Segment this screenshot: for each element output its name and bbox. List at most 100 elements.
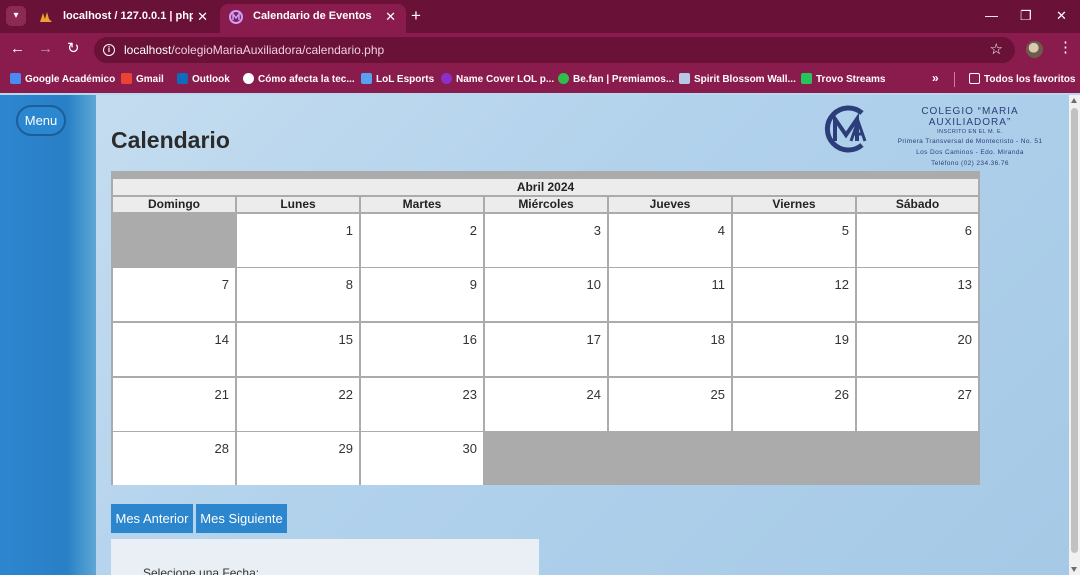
school-logo-icon [229, 10, 243, 24]
page-title: Calendario [111, 127, 230, 153]
bookmark-gmail[interactable]: Gmail [121, 73, 164, 85]
restore-icon[interactable]: ❐ [1020, 8, 1032, 24]
calendar-day-cell[interactable]: 2 [361, 214, 483, 267]
calendar-day-cell[interactable]: 15 [237, 323, 359, 376]
window-close-icon[interactable]: ✕ [1056, 8, 1067, 24]
bookmark-google-academico[interactable]: Google Académico [10, 73, 115, 85]
day-number: 20 [957, 332, 972, 347]
image-icon [679, 73, 690, 84]
bookmark-spirit-blossom[interactable]: Spirit Blossom Wall... [679, 73, 796, 85]
calendar-month-header: Abril 2024 [113, 179, 978, 195]
calendar-day-cell[interactable]: 25 [609, 378, 731, 431]
calendar-day-cell[interactable]: 19 [733, 323, 855, 376]
calendar-day-cell[interactable]: 4 [609, 214, 731, 267]
bookmark-name-cover[interactable]: Name Cover LOL p... [441, 73, 554, 85]
calendar-day-cell[interactable]: 12 [733, 268, 855, 321]
calendar-day-cell[interactable]: 18 [609, 323, 731, 376]
gmail-icon [121, 73, 132, 84]
tab-phpmyadmin[interactable]: localhost / 127.0.0.1 | phpMyAdmin ✕ [30, 4, 218, 33]
day-number: 8 [345, 277, 353, 292]
day-number: 29 [338, 441, 353, 456]
calendar-day-cell[interactable]: 27 [857, 378, 978, 431]
day-name-header: Martes [361, 197, 483, 212]
calendar-day-cell[interactable]: 20 [857, 323, 978, 376]
school-emblem-icon [824, 105, 867, 153]
sidebar: Menu [0, 95, 96, 575]
new-tab-button[interactable]: + [411, 7, 421, 24]
site-info-icon[interactable]: i [103, 44, 115, 56]
back-arrow-icon[interactable]: ← [10, 40, 25, 58]
calendar-day-cell[interactable]: 14 [113, 323, 235, 376]
scroll-thumb[interactable] [1071, 108, 1078, 553]
calendar-day-cell[interactable]: 8 [237, 268, 359, 321]
calendar-day-cell[interactable]: 1 [237, 214, 359, 267]
day-number: 12 [834, 277, 849, 292]
calendar-day-cell[interactable]: 9 [361, 268, 483, 321]
calendar-day-cell[interactable]: 17 [485, 323, 607, 376]
day-number: 5 [841, 223, 849, 238]
calendar-day-cell[interactable]: 5 [733, 214, 855, 267]
bookmark-trovo[interactable]: Trovo Streams [801, 73, 885, 85]
calendar-day-cell[interactable]: 21 [113, 378, 235, 431]
tab-search-chevron-icon[interactable]: ▾ [6, 6, 26, 26]
day-name-header: Viernes [733, 197, 855, 212]
tab-calendario[interactable]: Calendario de Eventos ✕ [220, 4, 406, 33]
url-text: localhost/colegioMariaAuxiliadora/calend… [124, 43, 385, 57]
scroll-up-icon[interactable] [1071, 98, 1077, 103]
calendar-day-cell[interactable]: 6 [857, 214, 978, 267]
menu-button[interactable]: Menu [16, 105, 66, 136]
day-number: 28 [214, 441, 229, 456]
bookmarks-overflow-icon[interactable]: » [932, 71, 939, 85]
next-month-button[interactable]: Mes Siguiente [196, 504, 287, 533]
calendar-day-cell[interactable]: 16 [361, 323, 483, 376]
day-number: 15 [338, 332, 353, 347]
school-registration: INSCRITO EN EL M. E. [937, 129, 1003, 135]
calendar-day-cell[interactable]: 26 [733, 378, 855, 431]
calendar-day-cell[interactable]: 29 [237, 432, 359, 485]
school-logo: COLEGIO “MARIA AUXILIADORA” INSCRITO EN … [822, 103, 1062, 173]
page-scrollbar[interactable] [1069, 95, 1080, 575]
calendar-day-cell[interactable]: 24 [485, 378, 607, 431]
calendar-day-cell[interactable]: 3 [485, 214, 607, 267]
lol-esports-icon [361, 73, 372, 84]
calendar-day-cell[interactable]: 13 [857, 268, 978, 321]
calendar-day-cell[interactable]: 28 [113, 432, 235, 485]
day-number: 9 [469, 277, 477, 292]
day-number: 2 [469, 223, 477, 238]
day-name-header: Domingo [113, 197, 235, 212]
day-number: 18 [710, 332, 725, 347]
bookmark-lol-esports[interactable]: LoL Esports [361, 73, 434, 85]
scroll-down-icon[interactable] [1071, 567, 1077, 572]
day-name-header: Miércoles [485, 197, 607, 212]
day-number: 24 [586, 387, 601, 402]
previous-month-button[interactable]: Mes Anterior [111, 504, 193, 533]
day-number: 30 [462, 441, 477, 456]
bookmark-befan[interactable]: Be.fan | Premiamos... [558, 73, 674, 85]
tab-title: localhost / 127.0.0.1 | phpMyAdmin [63, 10, 193, 22]
close-tab-icon[interactable]: ✕ [197, 4, 208, 29]
page-content: Menu Calendario COLEGIO “MARIA AUXILIADO… [0, 95, 1069, 575]
minimize-icon[interactable]: — [985, 8, 998, 24]
tab-bar: ▾ localhost / 127.0.0.1 | phpMyAdmin ✕ C… [0, 0, 1080, 33]
outlook-icon [177, 73, 188, 84]
globe-icon [243, 73, 254, 84]
address-bar[interactable]: i localhost/colegioMariaAuxiliadora/cale… [94, 37, 1015, 63]
calendar-day-cell[interactable]: 23 [361, 378, 483, 431]
calendar-day-cell[interactable]: 7 [113, 268, 235, 321]
close-tab-icon[interactable]: ✕ [385, 4, 396, 29]
calendar-day-cell[interactable]: 10 [485, 268, 607, 321]
calendar-day-cell[interactable]: 22 [237, 378, 359, 431]
day-number: 26 [834, 387, 849, 402]
profile-avatar[interactable] [1026, 41, 1043, 58]
bookmark-como-afecta[interactable]: Cómo afecta la tec... [243, 73, 355, 85]
befan-icon [558, 73, 569, 84]
forward-arrow-icon[interactable]: → [38, 40, 53, 58]
calendar-day-cell[interactable]: 11 [609, 268, 731, 321]
trovo-icon [801, 73, 812, 84]
more-menu-icon[interactable]: ⋮ [1058, 40, 1073, 55]
calendar-day-cell[interactable]: 30 [361, 432, 483, 485]
bookmark-outlook[interactable]: Outlook [177, 73, 230, 85]
bookmark-star-icon[interactable]: ☆ [990, 40, 1003, 58]
reload-icon[interactable]: ↻ [67, 40, 80, 58]
all-bookmarks-folder[interactable]: Todos los favoritos [969, 73, 1076, 85]
